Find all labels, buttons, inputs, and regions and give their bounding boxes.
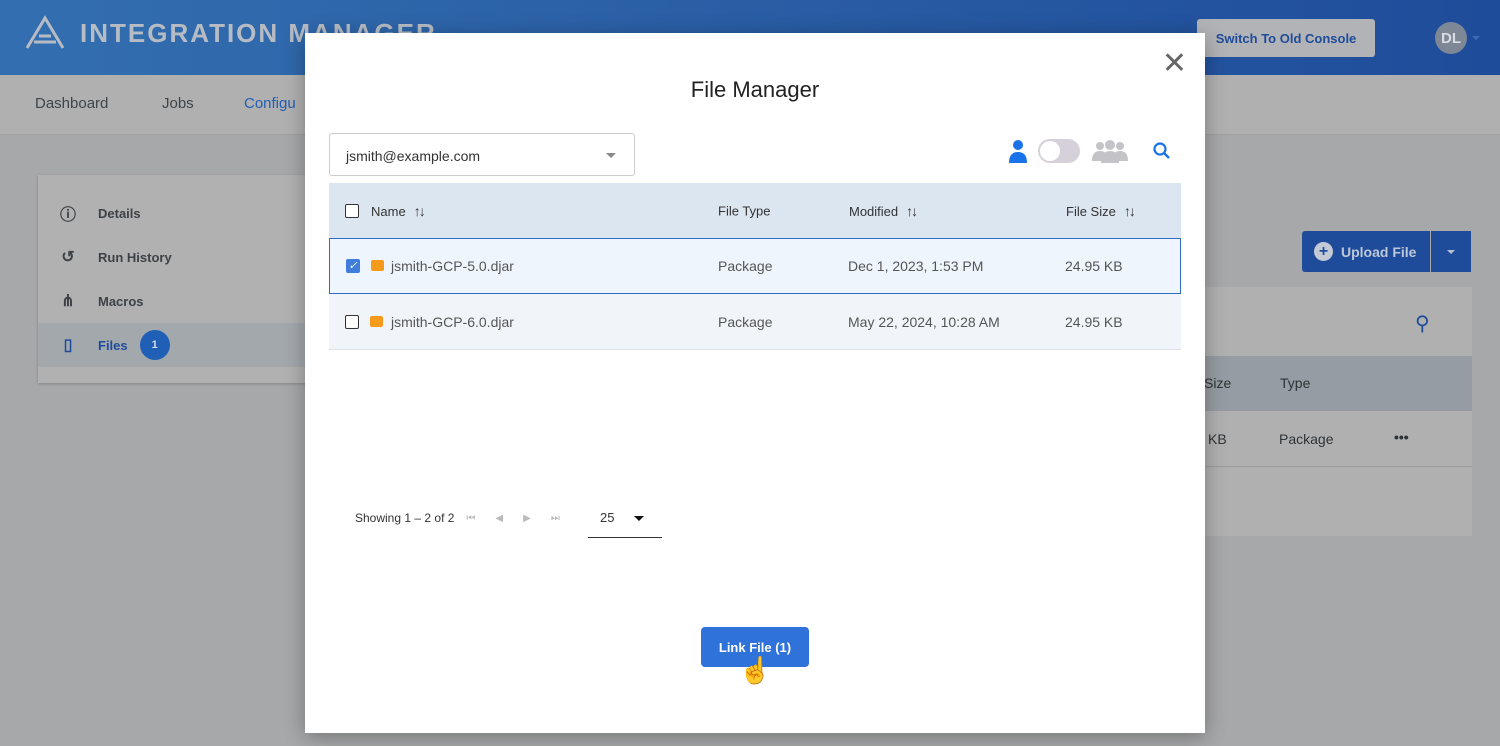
file-type: Package xyxy=(718,258,773,274)
row-size: KB xyxy=(1208,431,1227,447)
search-icon[interactable] xyxy=(1152,141,1172,161)
nav-dashboard[interactable]: Dashboard xyxy=(35,95,108,112)
col-name[interactable]: Name ↑↓ xyxy=(371,202,426,219)
chevron-down-icon xyxy=(1447,249,1455,258)
sidebar-item-details[interactable]: ⓘ Details xyxy=(38,191,318,235)
history-icon: ↺ xyxy=(61,249,75,266)
file-size: 24.95 KB xyxy=(1065,313,1123,330)
hand-cursor-icon: ☝ xyxy=(739,655,772,685)
col-modified[interactable]: Modified ↑↓ xyxy=(849,202,918,219)
table-row: KB Package ••• xyxy=(1200,411,1472,467)
row-type: Package xyxy=(1279,431,1334,447)
package-icon xyxy=(371,260,384,271)
dialog-title: File Manager xyxy=(690,77,820,102)
sort-icon: ↑↓ xyxy=(906,202,918,219)
sidebar-item-label: Macros xyxy=(98,293,144,309)
file-name: jsmith-GCP-5.0.djar xyxy=(391,258,514,274)
upload-label: Upload File xyxy=(1341,243,1417,260)
logo-icon xyxy=(25,15,65,49)
sidebar-item-run-history[interactable]: ↺ Run History xyxy=(38,235,318,279)
files-table-header: Size Type xyxy=(1200,356,1472,411)
nav-jobs[interactable]: Jobs xyxy=(162,95,194,112)
sidebar-item-label: Details xyxy=(98,205,141,221)
user-select-value: jsmith@example.com xyxy=(346,148,481,164)
chevron-down-icon[interactable] xyxy=(1472,36,1480,44)
file-size: 24.95 KB xyxy=(1065,258,1123,274)
table-row[interactable]: ✓ jsmith-GCP-5.0.djar Package Dec 1, 202… xyxy=(329,238,1181,294)
user-select[interactable]: jsmith@example.com xyxy=(329,133,635,176)
last-page-icon[interactable]: ⏭ xyxy=(551,513,560,524)
macros-icon: ⋔ xyxy=(61,293,75,310)
chevron-down-icon xyxy=(634,516,644,526)
col-size: Size xyxy=(1204,375,1232,391)
switch-console-button[interactable]: Switch To Old Console xyxy=(1197,19,1375,57)
col-file-type: File Type xyxy=(718,203,771,218)
avatar[interactable]: DL xyxy=(1435,22,1467,54)
select-all-checkbox[interactable] xyxy=(345,203,359,218)
more-icon[interactable]: ••• xyxy=(1394,429,1409,445)
file-name: jsmith-GCP-6.0.djar xyxy=(391,313,514,330)
sidebar-item-label: Run History xyxy=(98,249,172,265)
table-header: Name ↑↓ File Type Modified ↑↓ File Size ↑↓ xyxy=(329,183,1181,238)
row-checkbox[interactable] xyxy=(345,314,359,329)
sort-icon: ↑↓ xyxy=(1123,202,1136,219)
search-icon[interactable]: ⚲ xyxy=(1415,311,1430,336)
pagination: Showing 1 – 2 of 2 ⏮ ◀ ▶ ⏭ xyxy=(355,511,560,525)
file-icon: ▯ xyxy=(63,337,73,354)
package-icon xyxy=(370,315,383,327)
pagination-status: Showing 1 – 2 of 2 xyxy=(355,511,455,525)
page-size-value: 25 xyxy=(600,510,615,525)
sidebar-item-files[interactable]: ▯ Files 1 xyxy=(38,323,318,367)
file-manager-dialog: ✕ File Manager jsmith@example.com Name ↑↓… xyxy=(305,33,1205,733)
upload-file-button[interactable]: + Upload File xyxy=(1302,231,1430,272)
file-modified: Dec 1, 2023, 1:53 PM xyxy=(848,258,984,274)
plus-icon: + xyxy=(1314,242,1333,261)
col-type: Type xyxy=(1280,375,1311,391)
sidebar-item-macros[interactable]: ⋔ Macros xyxy=(38,279,318,323)
sidebar: ⓘ Details ↺ Run History ⋔ Macros ▯ Files 1 xyxy=(38,175,318,383)
nav-configuration[interactable]: Configu xyxy=(244,95,296,112)
upload-options-button[interactable] xyxy=(1431,231,1471,272)
info-icon: ⓘ xyxy=(59,207,76,224)
first-page-icon[interactable]: ⏮ xyxy=(466,513,475,524)
sidebar-item-label: Files xyxy=(98,337,128,353)
table-row[interactable]: jsmith-GCP-6.0.djar Package May 22, 2024… xyxy=(329,294,1181,350)
files-count-badge: 1 xyxy=(139,330,170,360)
page-size-select[interactable]: 25 xyxy=(588,501,662,538)
close-icon[interactable]: ✕ xyxy=(1162,49,1187,79)
col-file-size[interactable]: File Size ↑↓ xyxy=(1066,202,1136,219)
file-type: Package xyxy=(718,313,773,330)
prev-page-icon[interactable]: ◀ xyxy=(495,513,503,524)
scope-toggle[interactable] xyxy=(1038,139,1080,163)
chevron-down-icon xyxy=(606,153,616,163)
group-icon[interactable] xyxy=(1092,139,1128,163)
sort-icon: ↑↓ xyxy=(413,202,426,219)
file-table: Name ↑↓ File Type Modified ↑↓ File Size ↑↓ … xyxy=(329,183,1181,350)
row-checkbox[interactable]: ✓ xyxy=(346,259,360,273)
file-modified: May 22, 2024, 10:28 AM xyxy=(848,313,1000,330)
next-page-icon[interactable]: ▶ xyxy=(523,513,531,524)
user-icon[interactable] xyxy=(1008,139,1028,163)
